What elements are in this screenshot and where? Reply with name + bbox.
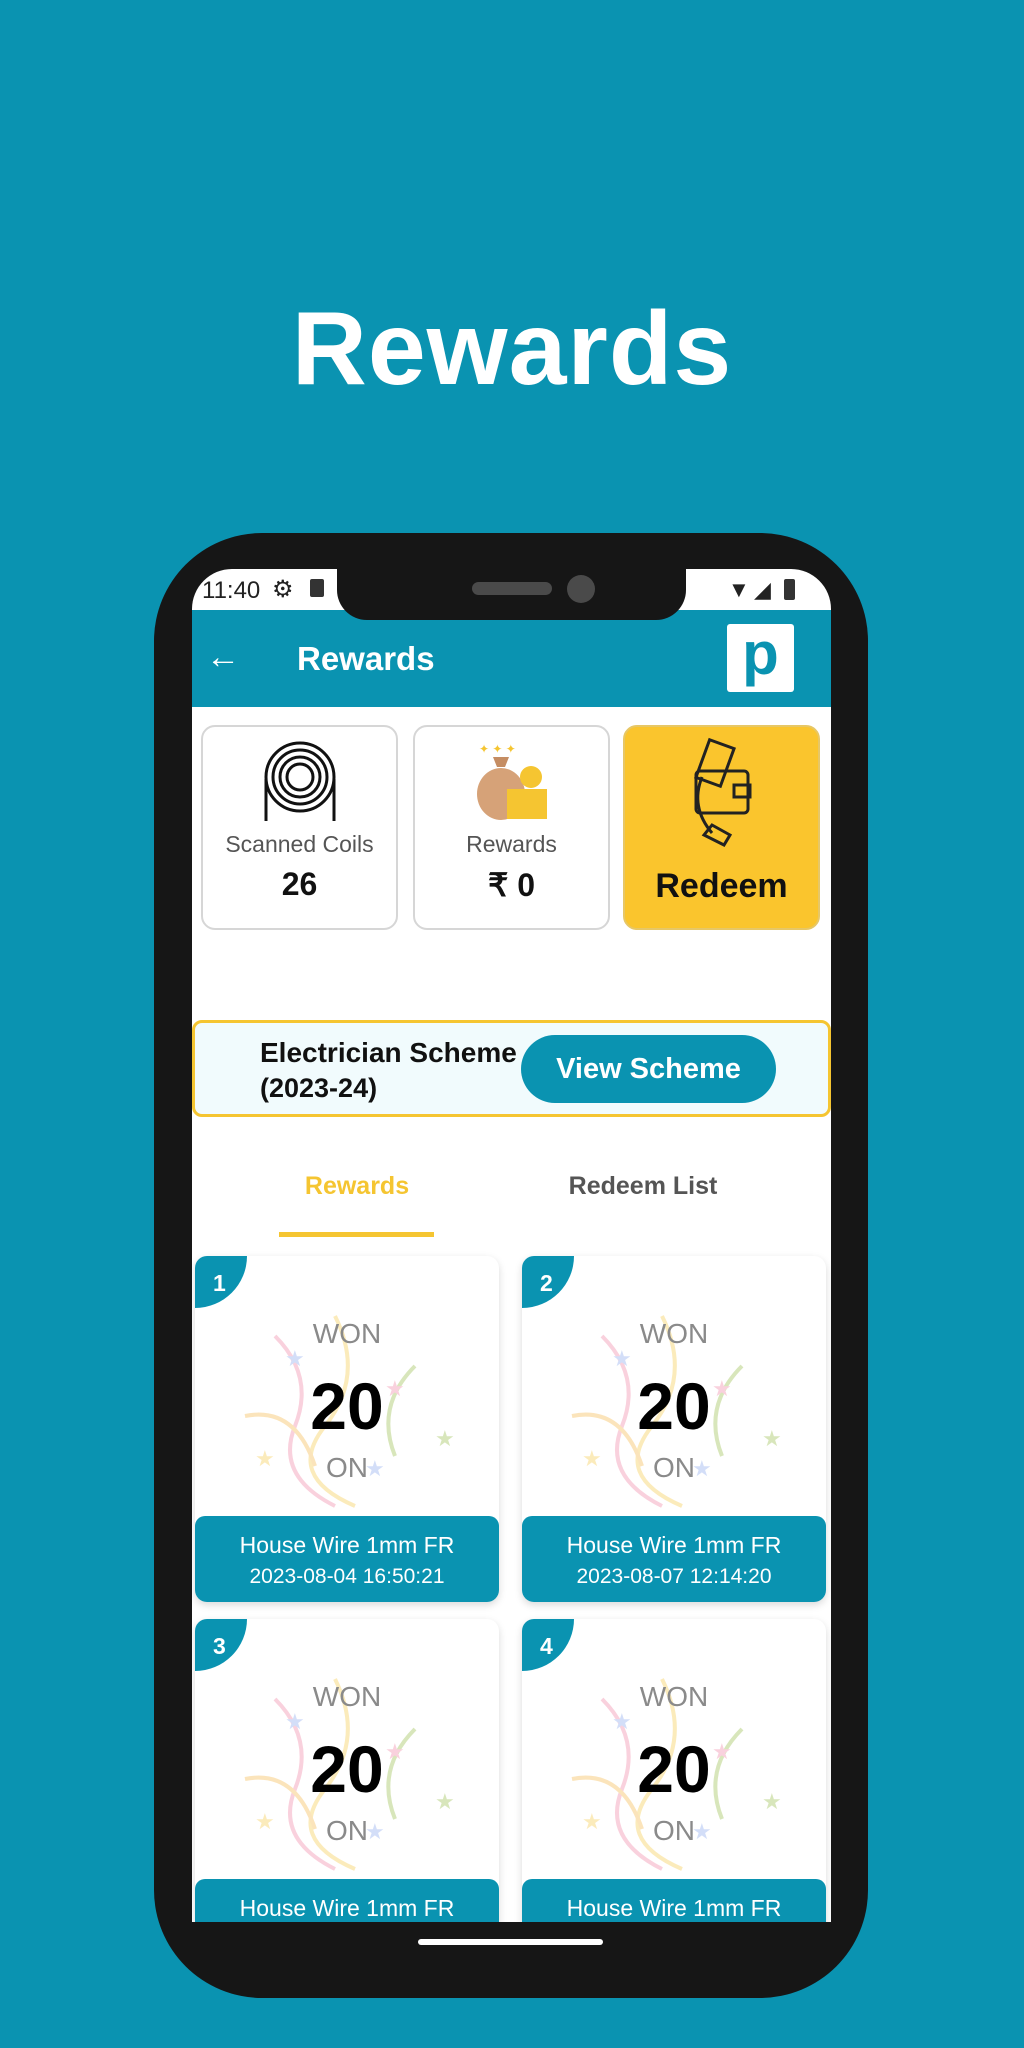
reward-date: 2023-08-07 12:14:20 xyxy=(576,1565,772,1588)
sd-card-icon xyxy=(310,579,324,597)
phone-speaker xyxy=(472,582,552,595)
reward-card[interactable]: ★ ★ ★ ★ ★ 3 WON 20 ON House Wire 1mm FR xyxy=(195,1619,499,1959)
tab-rewards[interactable]: Rewards xyxy=(257,1172,457,1201)
reward-amount: 20 xyxy=(637,1732,711,1806)
scanned-coils-card[interactable]: Scanned Coils 26 xyxy=(201,725,398,930)
won-label: WON xyxy=(639,1318,709,1349)
app-bar-title: Rewards xyxy=(297,640,435,677)
app-bar: ← Rewards p xyxy=(192,610,831,707)
rewards-total-value: ₹ 0 xyxy=(487,867,536,903)
rewards-total-label: Rewards xyxy=(466,831,557,857)
battery-icon xyxy=(784,579,795,600)
rewards-total-card[interactable]: ✦ ✦ ✦ Rewards ₹ 0 xyxy=(413,725,610,930)
svg-text:✦ ✦ ✦: ✦ ✦ ✦ xyxy=(479,742,516,756)
on-label: ON xyxy=(653,1815,695,1846)
redeem-label: Redeem xyxy=(655,867,788,905)
on-label: ON xyxy=(326,1452,368,1483)
card-footer: House Wire 1mm FR 2023-08-04 16:50:21 xyxy=(195,1516,499,1602)
reward-amount: 20 xyxy=(310,1369,384,1443)
app-screen: 11:40 ⚙ ▼ ◢ ← Rewards p Scanned Coils 26… xyxy=(192,569,831,1959)
product-name: House Wire 1mm FR xyxy=(566,1895,782,1921)
tab-redeem-list[interactable]: Redeem List xyxy=(543,1172,743,1201)
product-name: House Wire 1mm FR xyxy=(566,1532,782,1558)
coil-icon xyxy=(203,737,396,827)
reward-amount: 20 xyxy=(637,1369,711,1443)
scanned-coils-value: 26 xyxy=(281,866,318,902)
card-footer: House Wire 1mm FR 2023-08-07 12:14:20 xyxy=(522,1516,826,1602)
redeem-button[interactable]: Redeem xyxy=(623,725,820,930)
reward-date: 2023-08-04 16:50:21 xyxy=(249,1565,445,1588)
signal-icon: ◢ xyxy=(754,577,771,602)
product-name: House Wire 1mm FR xyxy=(239,1532,455,1558)
active-tab-indicator xyxy=(279,1232,434,1237)
money-bag-icon: ✦ ✦ ✦ xyxy=(415,737,608,827)
view-scheme-button[interactable]: View Scheme xyxy=(521,1035,776,1103)
scheme-banner: Electrician Scheme (2023-24) View Scheme xyxy=(192,1020,831,1117)
product-name: House Wire 1mm FR xyxy=(239,1895,455,1921)
wallet-hand-icon xyxy=(625,737,818,847)
scanned-coils-label: Scanned Coils xyxy=(225,831,374,857)
won-label: WON xyxy=(312,1318,382,1349)
status-time: 11:40 xyxy=(202,577,261,604)
promo-headline: Rewards xyxy=(291,291,733,407)
wifi-icon: ▼ xyxy=(728,577,750,602)
reward-amount: 20 xyxy=(310,1732,384,1806)
settings-icon: ⚙ xyxy=(272,576,294,603)
on-label: ON xyxy=(326,1815,368,1846)
on-label: ON xyxy=(653,1452,695,1483)
won-label: WON xyxy=(639,1681,709,1712)
reward-card[interactable]: ★ ★ ★ ★ ★ 4 WON 20 ON House Wire 1mm FR xyxy=(522,1619,826,1959)
home-indicator[interactable] xyxy=(418,1939,603,1945)
reward-card[interactable]: ★ ★ ★ ★ ★ 1 WON 20 ON House Wire 1mm FR 2023-… xyxy=(195,1256,499,1602)
reward-card[interactable]: ★ ★ ★ ★ ★ 2 WON 20 ON House Wire 1mm FR 2023-… xyxy=(522,1256,826,1602)
phone-camera xyxy=(567,575,595,603)
back-arrow-icon[interactable]: ← xyxy=(206,638,240,677)
won-label: WON xyxy=(312,1681,382,1712)
logo-letter: p xyxy=(742,620,779,687)
scheme-name: Electrician Scheme xyxy=(260,1037,517,1068)
brand-logo: p xyxy=(727,624,794,692)
scheme-year: (2023-24) xyxy=(260,1073,378,1103)
